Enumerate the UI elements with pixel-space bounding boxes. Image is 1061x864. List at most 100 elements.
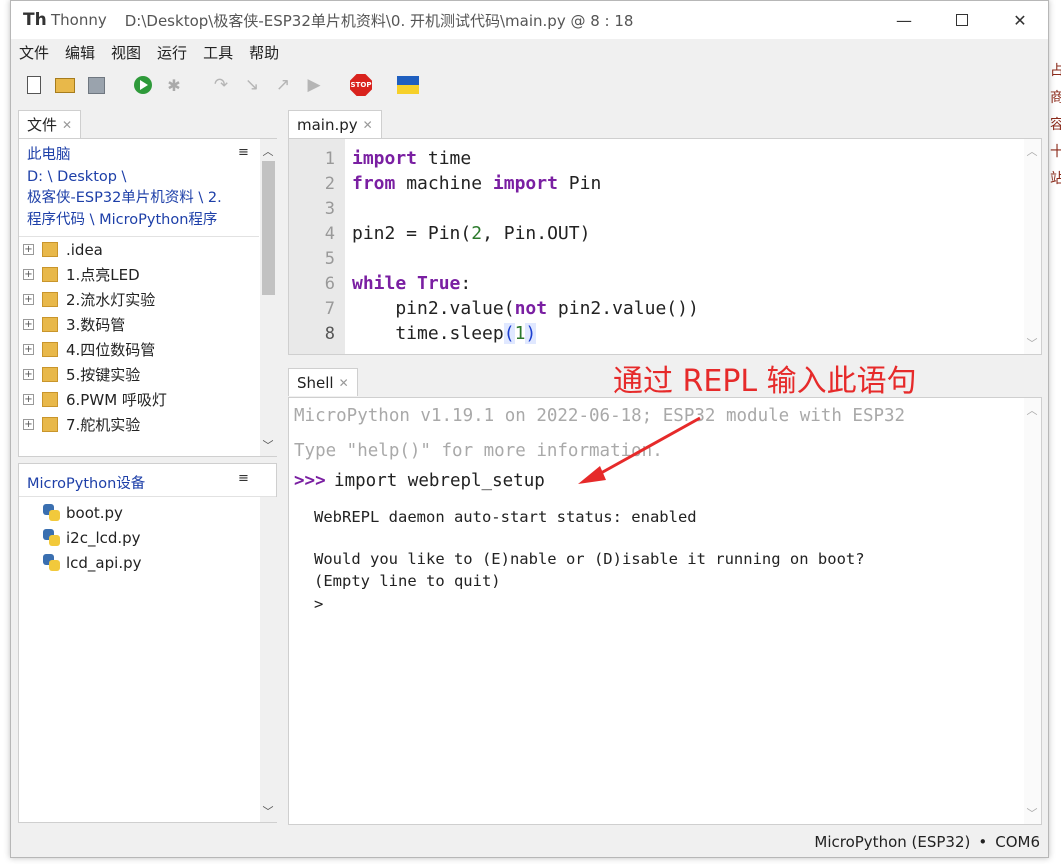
expand-icon[interactable]: + [23, 344, 34, 355]
list-item[interactable]: +1.点亮LED [19, 262, 259, 287]
support-ukraine-button[interactable] [397, 74, 419, 96]
python-file-icon [43, 554, 60, 571]
step-into-button[interactable]: ↘ [241, 74, 263, 96]
micropython-device-panel: MicroPython设备 ≡ boot.py i2c_lcd.py lcd_a… [18, 463, 277, 823]
tab-main-py[interactable]: main.py ✕ [288, 110, 382, 138]
folder-icon [42, 342, 58, 357]
panel-menu-icon[interactable]: ≡ [238, 145, 249, 160]
debug-button[interactable]: ✱ [163, 74, 185, 96]
shell-command: import webrepl_setup [334, 471, 545, 491]
new-file-icon [27, 76, 41, 94]
minimize-button[interactable]: — [881, 1, 927, 39]
menu-run[interactable]: 运行 [157, 42, 187, 63]
expand-icon[interactable]: + [23, 244, 34, 255]
background-window-left [0, 38, 10, 864]
files-panel: 此电脑 D: \ Desktop \ 极客侠-ESP32单片机资料 \ 2. 程… [18, 138, 277, 457]
close-tab-icon[interactable]: ✕ [62, 118, 72, 132]
toolbar: ✱ ↷ ↘ ↗ ▶ STOP [11, 67, 1048, 103]
code-line: from machine import Pin [352, 173, 602, 194]
close-button[interactable]: ✕ [997, 1, 1043, 39]
scroll-thumb[interactable] [262, 161, 275, 295]
menu-help[interactable]: 帮助 [249, 42, 279, 63]
device-file-list: boot.py i2c_lcd.py lcd_api.py [39, 500, 141, 575]
list-item[interactable]: +3.数码管 [19, 312, 259, 337]
app-name: Thonny [51, 11, 107, 29]
files-scrollbar[interactable]: ︿ ﹀ [260, 139, 277, 456]
expand-icon[interactable]: + [23, 269, 34, 280]
resume-button[interactable]: ▶ [303, 74, 325, 96]
scroll-up-icon[interactable]: ︿ [1024, 143, 1040, 159]
expand-icon[interactable]: + [23, 319, 34, 330]
scroll-down-icon[interactable]: ﹀ [1024, 805, 1040, 821]
tab-files[interactable]: 文件 ✕ [18, 110, 82, 138]
expand-icon[interactable]: + [23, 419, 34, 430]
panel-menu-icon[interactable]: ≡ [238, 471, 249, 486]
status-separator: • [978, 833, 988, 851]
close-tab-icon[interactable]: ✕ [339, 376, 349, 390]
shell-scrollbar[interactable]: ︿ ﹀ [1024, 398, 1041, 824]
menu-file[interactable]: 文件 [19, 42, 49, 63]
list-item[interactable]: +7.舵机实验 [19, 412, 259, 437]
python-file-icon [43, 529, 60, 546]
open-file-button[interactable] [54, 74, 76, 96]
scroll-up-icon[interactable]: ︿ [260, 143, 276, 159]
line-number-gutter: 1 2 3 4 5 6 7 8 [289, 139, 345, 354]
code-editor[interactable]: 1 2 3 4 5 6 7 8 import time from machine… [288, 138, 1042, 355]
step-out-button[interactable]: ↗ [272, 74, 294, 96]
list-item[interactable]: lcd_api.py [39, 550, 141, 575]
ukraine-flag-icon [397, 76, 419, 94]
shell-output-line: WebREPL daemon auto-start status: enable… [314, 508, 697, 526]
list-item[interactable]: +5.按键实验 [19, 362, 259, 387]
shell-prompt: >>> [294, 471, 326, 491]
scroll-down-icon[interactable]: ﹀ [1024, 335, 1040, 351]
tab-main-py-label: main.py [297, 115, 358, 134]
breadcrumb-desktop[interactable]: D: \ Desktop \ [27, 167, 247, 189]
folder-icon [42, 267, 58, 282]
expand-icon[interactable]: + [23, 369, 34, 380]
folder-icon [42, 367, 58, 382]
tab-files-label: 文件 [27, 116, 58, 134]
list-item[interactable]: i2c_lcd.py [39, 525, 141, 550]
status-bar: MicroPython (ESP32) • COM6 [11, 827, 1048, 857]
expand-icon[interactable]: + [23, 394, 34, 405]
menu-tools[interactable]: 工具 [203, 42, 233, 63]
list-item[interactable]: + .idea [19, 237, 259, 262]
new-file-button[interactable] [23, 74, 45, 96]
save-file-button[interactable] [85, 74, 107, 96]
expand-icon[interactable]: + [23, 294, 34, 305]
thonny-window: Th Thonny D:\Desktop\极客侠-ESP32单片机资料\0. 开… [10, 0, 1049, 858]
maximize-button[interactable] [939, 1, 985, 39]
close-tab-icon[interactable]: ✕ [363, 118, 373, 132]
menu-edit[interactable]: 编辑 [65, 42, 95, 63]
breadcrumb: 此电脑 D: \ Desktop \ 极客侠-ESP32单片机资料 \ 2. 程… [27, 145, 247, 231]
breadcrumb-current[interactable]: 程序代码 \ MicroPython程序 [27, 210, 247, 232]
menu-view[interactable]: 视图 [111, 42, 141, 63]
scroll-up-icon[interactable]: ︿ [1024, 402, 1040, 418]
stop-button[interactable]: STOP [350, 74, 372, 96]
scroll-down-icon[interactable]: ﹀ [260, 437, 276, 453]
breadcrumb-folder[interactable]: 极客侠-ESP32单片机资料 \ 2. [27, 188, 247, 210]
background-text: 占 商 容 十 站 [1050, 63, 1061, 187]
file-list: + .idea +1.点亮LED +2.流水灯实验 +3.数码管 +4.四位数码管… [19, 237, 259, 437]
scroll-down-icon[interactable]: ﹀ [260, 803, 276, 819]
list-item[interactable]: boot.py [39, 500, 141, 525]
step-over-icon: ↷ [213, 75, 229, 95]
device-scrollbar[interactable]: ﹀ [260, 497, 277, 822]
step-over-button[interactable]: ↷ [210, 74, 232, 96]
folder-icon [42, 242, 58, 257]
shell-command-line: >>> import webrepl_setup [294, 471, 545, 491]
list-item[interactable]: +6.PWM 呼吸灯 [19, 387, 259, 412]
folder-icon [42, 392, 58, 407]
resume-icon: ▶ [307, 75, 321, 95]
shell-output-line: Would you like to (E)nable or (D)isable … [314, 550, 865, 568]
list-item[interactable]: +2.流水灯实验 [19, 287, 259, 312]
run-button[interactable] [132, 74, 154, 96]
tab-shell[interactable]: Shell ✕ [288, 368, 358, 396]
breadcrumb-this-pc[interactable]: 此电脑 [27, 145, 247, 167]
interpreter-selector[interactable]: MicroPython (ESP32) [814, 833, 970, 851]
folder-icon [42, 417, 58, 432]
list-item[interactable]: +4.四位数码管 [19, 337, 259, 362]
editor-scrollbar[interactable]: ︿ ﹀ [1024, 139, 1041, 354]
step-out-icon: ↗ [275, 75, 291, 95]
code-line: pin2.value(not pin2.value()) [352, 298, 699, 319]
